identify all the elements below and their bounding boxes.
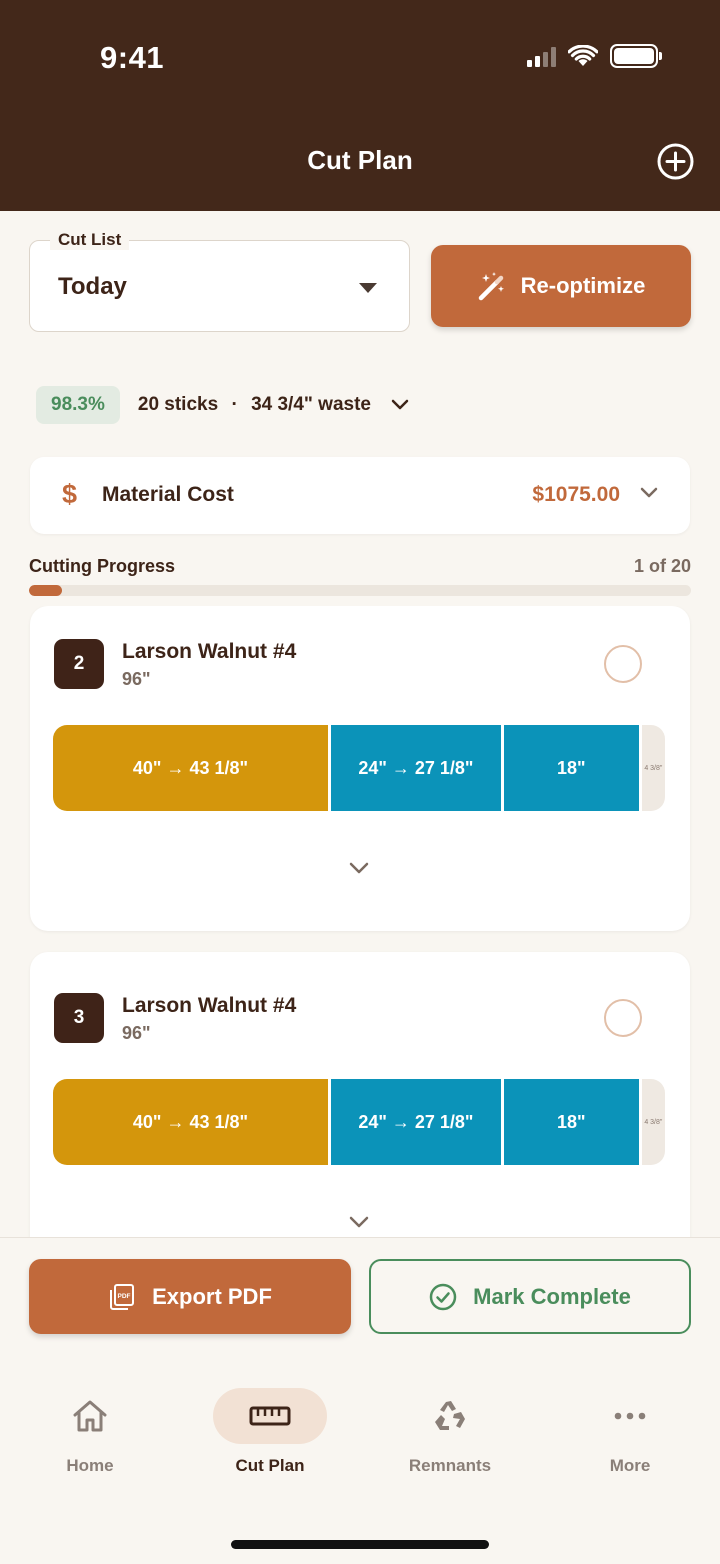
recycle-icon [435,1401,465,1430]
material-cost-card[interactable]: $ Material Cost $1075.00 [30,457,690,534]
app-header: 9:41 Cut Plan [0,0,720,211]
page-title: Cut Plan [307,145,413,175]
cellular-signal-icon [527,45,556,67]
tab-cut-plan[interactable]: Cut Plan [180,1388,360,1478]
chevron-down-icon [640,487,658,498]
cut-diagram-bar: 40" → 43 1/8" 24" → 27 1/8" 18" 4 3/8" [53,725,665,811]
tab-remnants[interactable]: Remnants [360,1388,540,1478]
tab-label: More [609,1456,651,1475]
cutting-progress-bar [29,585,691,596]
cut-segment: 18" [500,725,639,811]
cut-list-select[interactable]: Cut List Today [29,230,410,332]
cut-diagram-bar: 40" → 43 1/8" 24" → 27 1/8" 18" 4 3/8" [53,1079,665,1165]
material-cost-value: $1075.00 [532,483,620,506]
chevron-down-icon[interactable] [348,861,370,875]
waste-segment: 4 3/8" [638,725,665,811]
cut-segment: 24" → 27 1/8" [327,725,501,811]
action-bar: PDF Export PDF Mark Complete [0,1237,720,1354]
status-icons [527,44,662,68]
optimization-summary[interactable]: 98.3% 20 sticks · 34 3/4" waste [36,386,409,424]
stick-name: Larson Walnut #4 [122,994,297,1017]
stick-card: 2 Larson Walnut #4 96" 40" → 43 1/8" 24" … [30,606,690,931]
ruler-icon [249,1406,291,1426]
tab-home[interactable]: Home [0,1388,180,1478]
cut-segment: 24" → 27 1/8" [327,1079,501,1165]
magic-wand-icon [478,272,504,301]
cut-list-label: Cut List [50,230,130,250]
summary-separator: · [231,394,238,415]
cut-segment: 40" → 43 1/8" [53,1079,328,1165]
reoptimize-button[interactable]: Re-optimize [431,245,691,327]
tab-bar: Home Cut Plan Remnants More [0,1354,720,1564]
more-icon [614,1412,646,1420]
export-pdf-label: Export PDF [152,1283,272,1309]
dollar-icon: $ [62,479,78,509]
dropdown-caret-icon [359,283,377,293]
chevron-down-icon[interactable] [348,1215,370,1229]
tab-label: Home [66,1456,114,1475]
cut-list-value: Today [58,273,127,300]
reoptimize-label: Re-optimize [520,273,646,298]
stick-complete-checkbox[interactable] [604,645,642,683]
check-circle-icon [429,1283,457,1310]
sticks-count: 20 sticks [137,394,219,415]
tab-icon-wrap [33,1388,147,1444]
stick-number: 2 [54,639,104,689]
waste-amount: 34 3/4" waste [251,394,371,415]
stick-name: Larson Walnut #4 [122,640,297,663]
stick-length: 96" [122,1023,151,1043]
stick-card: 3 Larson Walnut #4 96" 40" → 43 1/8" 24" … [30,952,690,1238]
material-cost-label: Material Cost [102,483,234,506]
home-indicator [231,1540,489,1549]
stick-number: 3 [54,993,104,1043]
waste-segment: 4 3/8" [638,1079,665,1165]
tab-more[interactable]: More [540,1388,720,1478]
wifi-icon [568,45,598,66]
mark-complete-label: Mark Complete [473,1283,631,1309]
tab-icon-wrap [393,1388,507,1444]
export-pdf-button[interactable]: PDF Export PDF [29,1259,351,1334]
battery-icon [610,44,662,68]
stick-list[interactable]: 2 Larson Walnut #4 96" 40" → 43 1/8" 24" … [0,606,720,1238]
tab-icon-wrap [573,1388,687,1444]
cut-segment: 40" → 43 1/8" [53,725,328,811]
home-icon [73,1400,107,1432]
cutting-progress-label: Cutting Progress [29,556,176,576]
mark-complete-button[interactable]: Mark Complete [369,1259,691,1334]
yield-badge: 98.3% [36,386,120,424]
cutting-progress-count: 1 of 20 [633,556,691,576]
stick-length: 96" [122,669,151,689]
chevron-down-icon [391,399,409,410]
summary-text: 20 sticks · 34 3/4" waste [138,394,371,416]
cutting-progress-fill [29,585,63,596]
status-time: 9:41 [100,40,165,75]
cut-segment: 18" [500,1079,639,1165]
tab-icon-wrap [213,1388,327,1444]
tab-label: Remnants [408,1456,492,1475]
svg-text:PDF: PDF [118,1293,131,1300]
add-circle-icon[interactable] [657,143,694,180]
tab-label: Cut Plan [235,1456,305,1475]
stick-complete-checkbox[interactable] [604,999,642,1037]
pdf-file-icon: PDF [110,1283,135,1310]
